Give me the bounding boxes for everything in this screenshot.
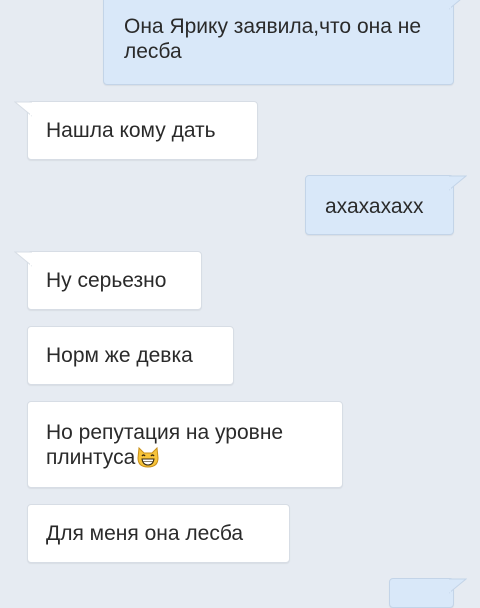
bubble-tail-icon [14,101,32,117]
grinning-cat-emoji-icon [137,446,159,468]
message-text: Она Ярику заявила,что она не лесба [124,15,422,63]
message-text: Норм же девка [46,344,193,367]
chat-message-list[interactable]: Она Ярику заявила,что она не лесба Нашла… [0,0,480,608]
bubble-tail-icon [14,251,32,267]
message-text: Нашла кому дать [46,119,216,142]
incoming-message-bubble[interactable]: Для меня она лесба [27,504,290,563]
incoming-message-bubble[interactable]: Ну серьезно [14,251,202,310]
bubble-tail-icon [449,578,467,594]
outgoing-message-bubble[interactable]: ахахахахх [305,175,467,235]
bubble-tail-icon [449,175,467,191]
incoming-message-bubble[interactable]: Норм же девка [27,326,234,385]
outgoing-message-bubble[interactable] [389,578,467,608]
incoming-message-bubble[interactable]: Нашла кому дать [14,101,258,160]
outgoing-message-bubble[interactable]: Она Ярику заявила,что она не лесба [103,0,461,85]
bubble-tail-icon [449,0,461,10]
message-text: ахахахахх [325,195,424,218]
message-text: Но репутация на уровне плинтуса [46,421,284,469]
incoming-message-bubble[interactable]: Но репутация на уровне плинтуса [27,401,343,488]
message-text: Ну серьезно [46,269,167,292]
message-text: Для меня она лесба [46,522,244,545]
